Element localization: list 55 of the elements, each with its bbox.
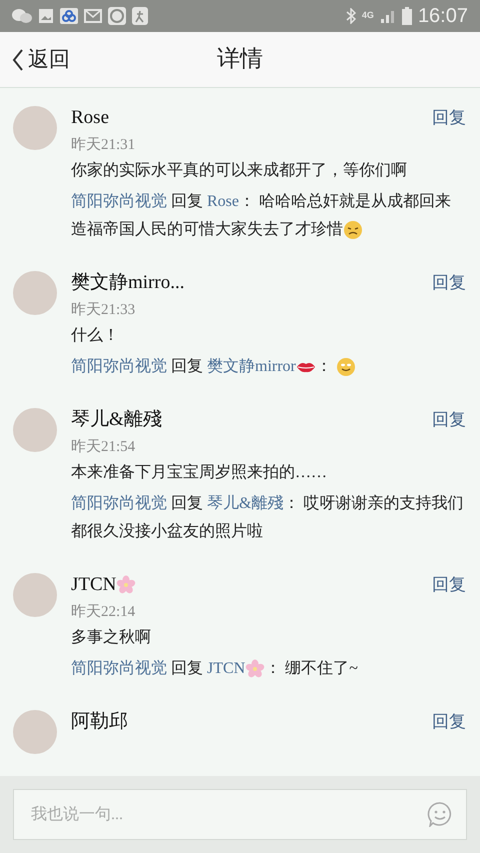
avatar (13, 271, 57, 315)
flower-emoji-icon (116, 575, 136, 595)
reply-button[interactable]: 回复 (432, 573, 466, 597)
bluetooth-icon (346, 8, 356, 24)
flower-emoji-icon (245, 659, 266, 680)
username-link[interactable]: 简阳弥尚视觉 (71, 660, 167, 677)
username-link[interactable]: 琴儿&離殘 (207, 495, 284, 512)
avatar (13, 106, 57, 150)
back-chevron-icon (12, 48, 24, 72)
smiley-icon[interactable] (427, 801, 453, 827)
smiley-emoji-icon (336, 357, 356, 378)
runner-icon (132, 7, 148, 25)
clock: 16:07 (418, 4, 468, 29)
reply-button[interactable]: 回复 (432, 271, 466, 295)
image-icon (38, 8, 54, 24)
comment-time: 昨天21:54 (71, 438, 136, 457)
comment-text: 什么！ (71, 326, 120, 346)
signal-icon (380, 9, 396, 23)
username-link[interactable]: 简阳弥尚视觉 (71, 495, 167, 512)
reply-text: 简阳弥尚视觉 回复 Rose： 哈哈哈总奸就是从成都回来造福帝国人民的可惜大家失去了才珍惜 (71, 188, 466, 244)
comment-text: 本来准备下月宝宝周岁照来拍的…… (71, 462, 328, 483)
page-title: 详情 (217, 45, 263, 74)
username-link[interactable]: 简阳弥尚视觉 (71, 358, 167, 375)
username: JTCN (71, 573, 116, 597)
reply-button[interactable]: 回复 (432, 106, 466, 130)
chat-bubbles-icon (12, 8, 32, 24)
avatar (13, 573, 57, 617)
username: 琴儿&離殘 (71, 408, 162, 432)
username-link[interactable]: 简阳弥尚视觉 (71, 193, 167, 210)
cloud-icon (60, 8, 78, 24)
avatar (13, 710, 57, 754)
reply-button[interactable]: 回复 (432, 408, 466, 432)
username-link[interactable]: 樊文静mirror (207, 358, 296, 375)
network-type: 4G (362, 9, 374, 22)
battery-icon (402, 7, 412, 25)
username-link[interactable]: Rose (207, 193, 239, 210)
username: 阿勒邱 (71, 710, 128, 734)
comment-time: 昨天21:31 (71, 136, 136, 155)
reply-text: 简阳弥尚视觉 回复 樊文静mirror ： (71, 353, 466, 381)
comment-time: 昨天21:33 (71, 301, 136, 320)
username: 樊文静mirro... (71, 271, 184, 295)
username: Rose (71, 106, 109, 130)
comment-text: 你家的实际水平真的可以来成都开了，等你们啊 (71, 160, 408, 181)
comment-input-field[interactable]: 我也说一句... (13, 789, 467, 840)
lips-emoji-icon (296, 361, 316, 374)
mail-icon (84, 9, 102, 23)
username-link[interactable]: JTCN (207, 660, 246, 677)
reply-text: 简阳弥尚视觉 回复 JTCN ： 绷不住了~ (71, 655, 466, 683)
avatar (13, 408, 57, 452)
sad-face-emoji-icon (343, 220, 363, 240)
reply-text: 简阳弥尚视觉 回复 琴儿&離殘： 哎呀谢谢亲的支持我们都很久没接小盆友的照片啦 (71, 494, 464, 542)
reply-button[interactable]: 回复 (432, 710, 466, 734)
comment-text: 多事之秋啊 (71, 628, 152, 648)
comment-time: 昨天22:14 (71, 603, 136, 622)
back-button[interactable]: 返回 (12, 44, 70, 76)
